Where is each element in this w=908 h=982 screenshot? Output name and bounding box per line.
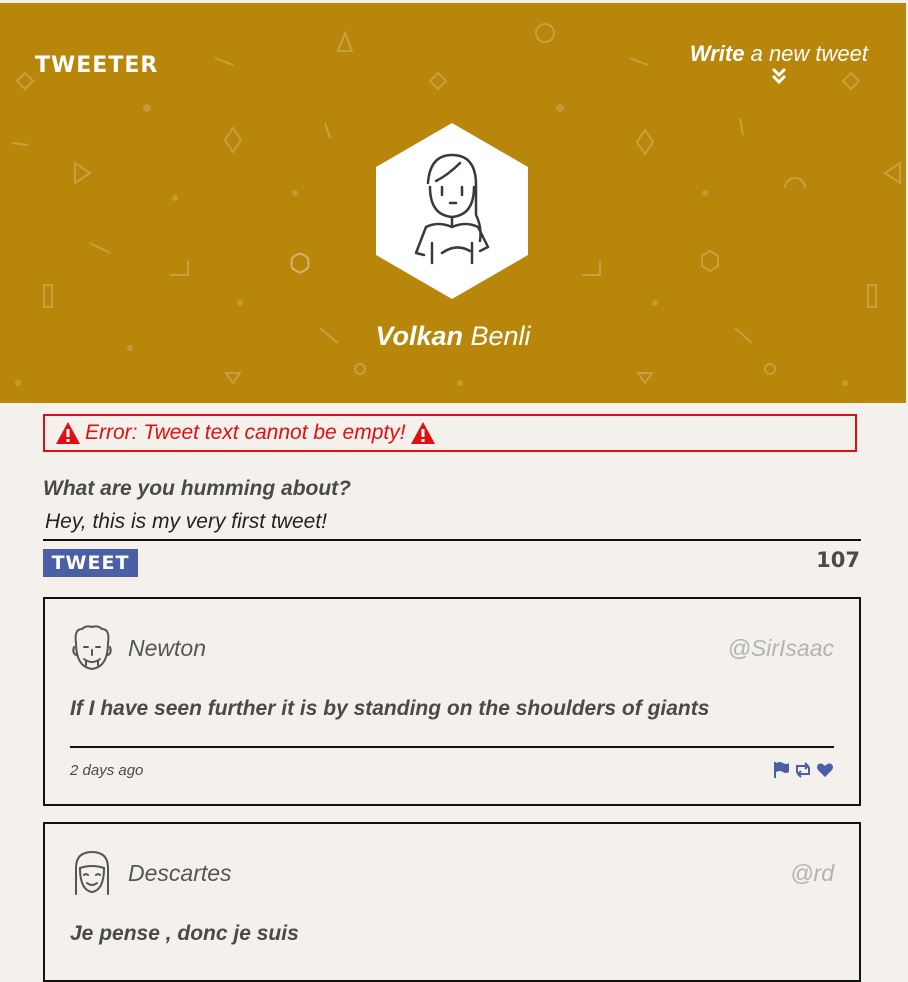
tweet-text-input[interactable] <box>43 504 861 541</box>
warning-icon <box>56 422 80 444</box>
descartes-avatar <box>75 851 109 895</box>
tweet-card: Descartes @rd Je pense , donc je suis <box>43 822 861 982</box>
error-text: Error: Tweet text cannot be empty! <box>85 421 406 444</box>
profile-name: Volkan Benli <box>0 321 906 352</box>
profile-avatar <box>376 123 528 299</box>
compose-label: What are you humming about? <box>43 477 351 500</box>
error-message: Error: Tweet text cannot be empty! <box>43 414 857 452</box>
write-link-text: a new tweet <box>744 41 868 66</box>
write-new-tweet-link[interactable]: Write a new tweet <box>690 41 868 85</box>
tweet-author-handle[interactable]: @rd <box>790 860 834 887</box>
profile-first-name: Volkan <box>375 321 463 351</box>
character-counter: 107 <box>816 548 860 572</box>
tweet-card: Newton @SirIsaac If I have seen further … <box>43 597 861 806</box>
tweet-author-handle[interactable]: @SirIsaac <box>728 635 834 662</box>
tweet-divider <box>70 746 834 748</box>
tweet-text: Je pense , donc je suis <box>70 922 299 945</box>
double-chevron-down-icon <box>771 67 786 85</box>
tweet-actions <box>772 761 834 779</box>
tweet-timestamp: 2 days ago <box>70 762 144 779</box>
newton-avatar <box>72 625 112 670</box>
heart-icon[interactable] <box>816 761 834 779</box>
profile-last-name: Benli <box>462 321 531 351</box>
flag-icon[interactable] <box>772 761 790 779</box>
profile-header: Tweeter Write a new tweet Volkan Benli <box>0 3 906 403</box>
tweet-author-name[interactable]: Descartes <box>128 860 232 887</box>
write-link-bold: Write <box>689 41 745 66</box>
warning-icon <box>410 422 435 444</box>
tweet-author-name[interactable]: Newton <box>128 635 206 662</box>
tweet-button[interactable]: Tweet <box>43 549 138 577</box>
brand-logo[interactable]: Tweeter <box>35 53 158 78</box>
retweet-icon[interactable] <box>794 761 812 779</box>
tweet-text: If I have seen further it is by standing… <box>70 697 710 720</box>
